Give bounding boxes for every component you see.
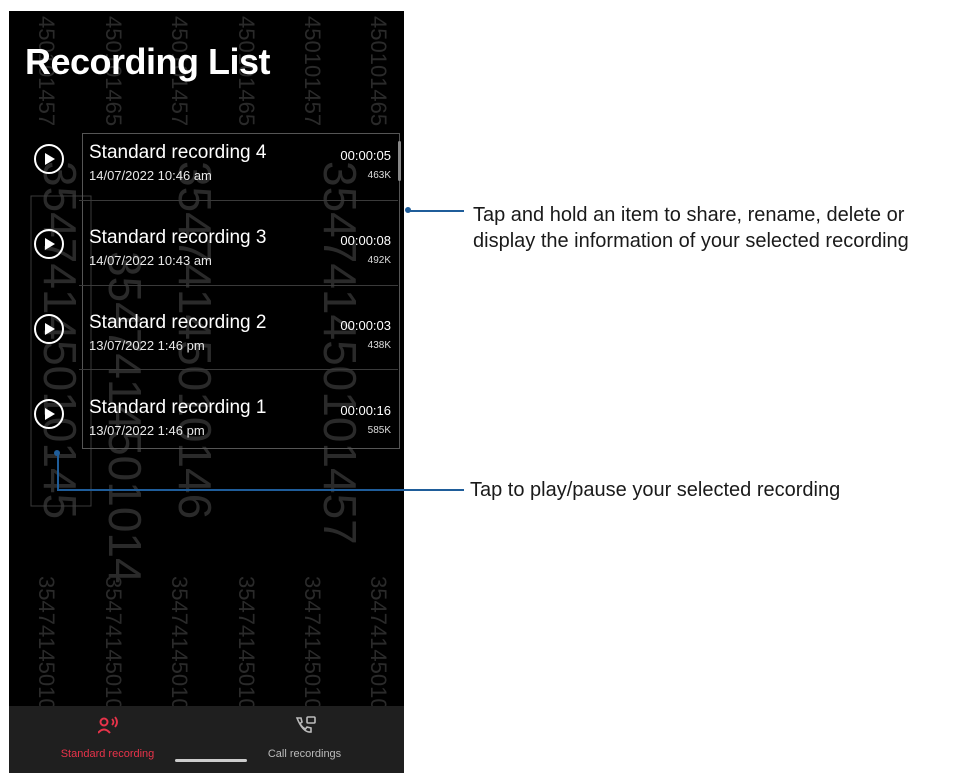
recording-name: Standard recording 1 bbox=[89, 397, 267, 418]
recording-name: Standard recording 3 bbox=[89, 227, 267, 248]
recording-date: 14/07/2022 10:46 am bbox=[89, 168, 212, 183]
play-button[interactable] bbox=[34, 229, 64, 259]
recording-size: 585K bbox=[367, 425, 391, 436]
recording-size: 463K bbox=[367, 170, 391, 181]
callout-line bbox=[57, 453, 59, 490]
recording-item[interactable]: Standard recording 4 14/07/2022 10:46 am… bbox=[9, 131, 404, 221]
bottom-navigation: Standard recording Call recordings bbox=[9, 706, 404, 773]
recording-size: 438K bbox=[367, 340, 391, 351]
play-icon bbox=[45, 408, 55, 420]
page-title: Recording List bbox=[25, 41, 271, 82]
callout-line bbox=[408, 210, 464, 212]
play-button[interactable] bbox=[34, 314, 64, 344]
recording-duration: 00:00:16 bbox=[340, 403, 391, 418]
callout-play-text: Tap to play/pause your selected recordin… bbox=[470, 479, 841, 501]
watermark-text: 450101457 bbox=[300, 16, 325, 126]
play-icon bbox=[45, 323, 55, 335]
recording-duration: 00:00:08 bbox=[340, 233, 391, 248]
tab-call-recordings[interactable]: Call recordings bbox=[206, 706, 403, 773]
recording-date: 14/07/2022 10:43 am bbox=[89, 253, 212, 268]
recording-name: Standard recording 2 bbox=[89, 312, 267, 333]
callout-hold-line: display the information of your selected… bbox=[473, 230, 909, 252]
recording-date: 13/07/2022 1:46 pm bbox=[89, 338, 205, 353]
callout-hold-line: Tap and hold an item to share, rename, d… bbox=[473, 204, 905, 226]
phone-screen: 450101457 450101465 450101457 450101465 … bbox=[9, 11, 404, 773]
call-recordings-icon bbox=[295, 716, 316, 733]
play-button[interactable] bbox=[34, 399, 64, 429]
recording-item[interactable]: Standard recording 1 13/07/2022 1:46 pm … bbox=[9, 386, 404, 476]
recording-duration: 00:00:05 bbox=[340, 148, 391, 163]
tab-standard-recording[interactable]: Standard recording bbox=[9, 706, 206, 773]
recording-date: 13/07/2022 1:46 pm bbox=[89, 423, 205, 438]
callout-hold-text: Tap and hold an item to share, rename, d… bbox=[473, 202, 909, 254]
play-icon bbox=[45, 153, 55, 165]
recording-size: 492K bbox=[367, 255, 391, 266]
divider bbox=[79, 200, 398, 201]
callout-line bbox=[57, 489, 464, 491]
recording-item[interactable]: Standard recording 3 14/07/2022 10:43 am… bbox=[9, 216, 404, 306]
watermark-text: 450101465 bbox=[366, 16, 391, 126]
recording-item[interactable]: Standard recording 2 13/07/2022 1:46 pm … bbox=[9, 301, 404, 391]
divider bbox=[79, 285, 398, 286]
divider bbox=[79, 369, 398, 370]
recording-duration: 00:00:03 bbox=[340, 318, 391, 333]
home-indicator[interactable] bbox=[175, 759, 247, 762]
recording-name: Standard recording 4 bbox=[89, 142, 267, 163]
standard-recording-icon bbox=[97, 716, 118, 734]
play-icon bbox=[45, 238, 55, 250]
play-button[interactable] bbox=[34, 144, 64, 174]
